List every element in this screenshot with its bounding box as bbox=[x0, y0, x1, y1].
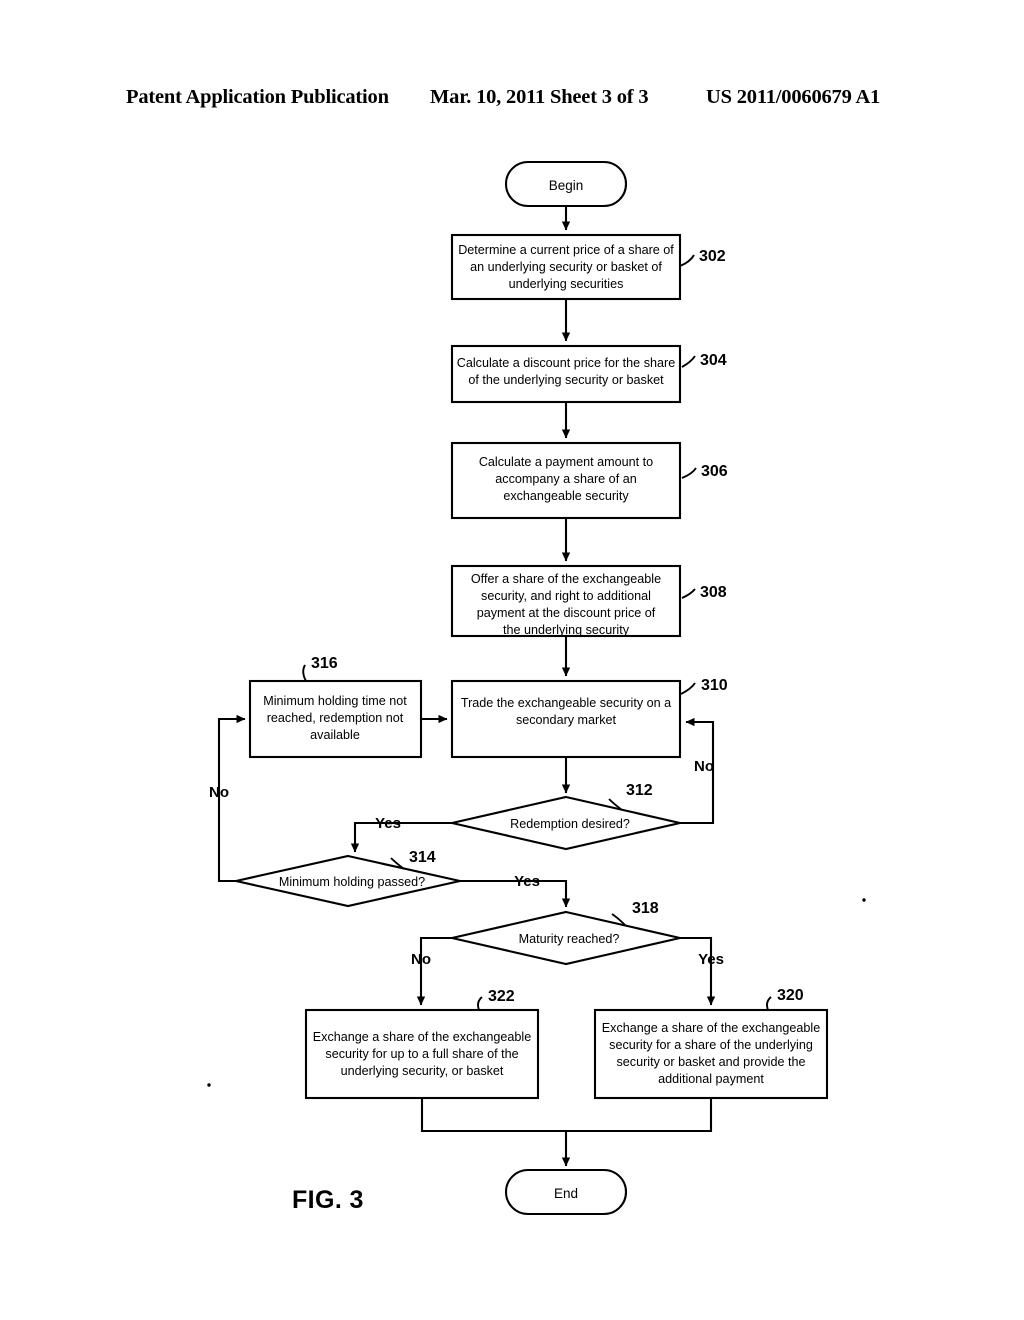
process-304-line-1: of the underlying security or basket bbox=[468, 373, 664, 387]
flowchart-figure: Begin Determine a current price of a sha… bbox=[207, 160, 866, 1216]
ref-number-320: 320 bbox=[777, 987, 804, 1004]
ref-number-314: 314 bbox=[409, 849, 436, 866]
process-320-line-1: security for a share of the underlying bbox=[609, 1038, 813, 1052]
process-302: Determine a current price of a share of … bbox=[450, 233, 726, 301]
process-304-line-0: Calculate a discount price for the share bbox=[457, 356, 675, 370]
process-302-line-2: underlying securities bbox=[509, 277, 624, 291]
process-320-line-3: additional payment bbox=[658, 1072, 764, 1086]
process-306-line-2: exchangeable security bbox=[503, 489, 629, 503]
process-316: Minimum holding time not reached, redemp… bbox=[248, 655, 423, 759]
process-316-line-0: Minimum holding time not bbox=[263, 694, 407, 708]
decision-318: Maturity reached? 318 bbox=[451, 900, 681, 966]
process-308-line-3: the underlying security bbox=[503, 623, 630, 637]
process-302-line-0: Determine a current price of a share of bbox=[458, 243, 674, 257]
decision-314-label: Minimum holding passed? bbox=[279, 875, 425, 889]
process-320-line-0: Exchange a share of the exchangeable bbox=[602, 1021, 820, 1035]
branch-label-318-no: No bbox=[411, 951, 431, 968]
process-316-line-2: available bbox=[310, 728, 360, 742]
process-306-line-0: Calculate a payment amount to bbox=[479, 455, 653, 469]
branch-label-314-yes: Yes bbox=[514, 873, 540, 890]
process-302-line-1: an underlying security or basket of bbox=[470, 260, 662, 274]
branch-label-314-no: No bbox=[209, 784, 229, 801]
branch-label-318-yes: Yes bbox=[698, 951, 724, 968]
process-306-line-1: accompany a share of an bbox=[495, 472, 636, 486]
ref-number-302: 302 bbox=[699, 248, 726, 265]
process-322-line-1: security for up to a full share of the bbox=[325, 1047, 518, 1061]
decision-318-label: Maturity reached? bbox=[519, 932, 620, 946]
process-316-line-1: reached, redemption not bbox=[267, 711, 404, 725]
terminal-end-label: End bbox=[554, 1186, 578, 1201]
process-322-line-2: underlying security, or basket bbox=[341, 1064, 504, 1078]
ref-number-308: 308 bbox=[700, 584, 727, 601]
branch-label-312-no: No bbox=[694, 758, 714, 775]
process-320-line-2: security or basket and provide the bbox=[616, 1055, 805, 1069]
terminal-end: End bbox=[504, 1168, 628, 1216]
process-304: Calculate a discount price for the share… bbox=[450, 344, 727, 404]
ref-number-306: 306 bbox=[701, 463, 728, 480]
ref-number-304: 304 bbox=[700, 352, 727, 369]
process-310-line-0: Trade the exchangeable security on a bbox=[461, 696, 671, 710]
terminal-begin-label: Begin bbox=[549, 178, 584, 193]
decision-314: Minimum holding passed? 314 bbox=[235, 849, 461, 908]
process-310: Trade the exchangeable security on a sec… bbox=[450, 677, 728, 759]
ref-number-312: 312 bbox=[626, 782, 653, 799]
process-306: Calculate a payment amount to accompany … bbox=[450, 441, 728, 520]
ref-number-318: 318 bbox=[632, 900, 659, 917]
patent-page: Patent Application Publication Mar. 10, … bbox=[0, 0, 1024, 1320]
ref-number-316: 316 bbox=[311, 655, 338, 672]
scan-speck bbox=[862, 898, 866, 902]
process-308-line-1: security, and right to additional bbox=[481, 589, 651, 603]
process-322-line-0: Exchange a share of the exchangeable bbox=[313, 1030, 531, 1044]
decision-312-label: Redemption desired? bbox=[510, 817, 630, 831]
process-308-line-2: payment at the discount price of bbox=[477, 606, 656, 620]
scan-speck bbox=[207, 1083, 211, 1087]
ref-number-322: 322 bbox=[488, 988, 515, 1005]
process-310-line-1: secondary market bbox=[516, 713, 617, 727]
terminal-begin: Begin bbox=[504, 160, 628, 208]
ref-number-310: 310 bbox=[701, 677, 728, 694]
branch-label-312-yes: Yes bbox=[375, 815, 401, 832]
process-308-line-0: Offer a share of the exchangeable bbox=[471, 572, 661, 586]
process-308: Offer a share of the exchangeable securi… bbox=[450, 564, 727, 638]
